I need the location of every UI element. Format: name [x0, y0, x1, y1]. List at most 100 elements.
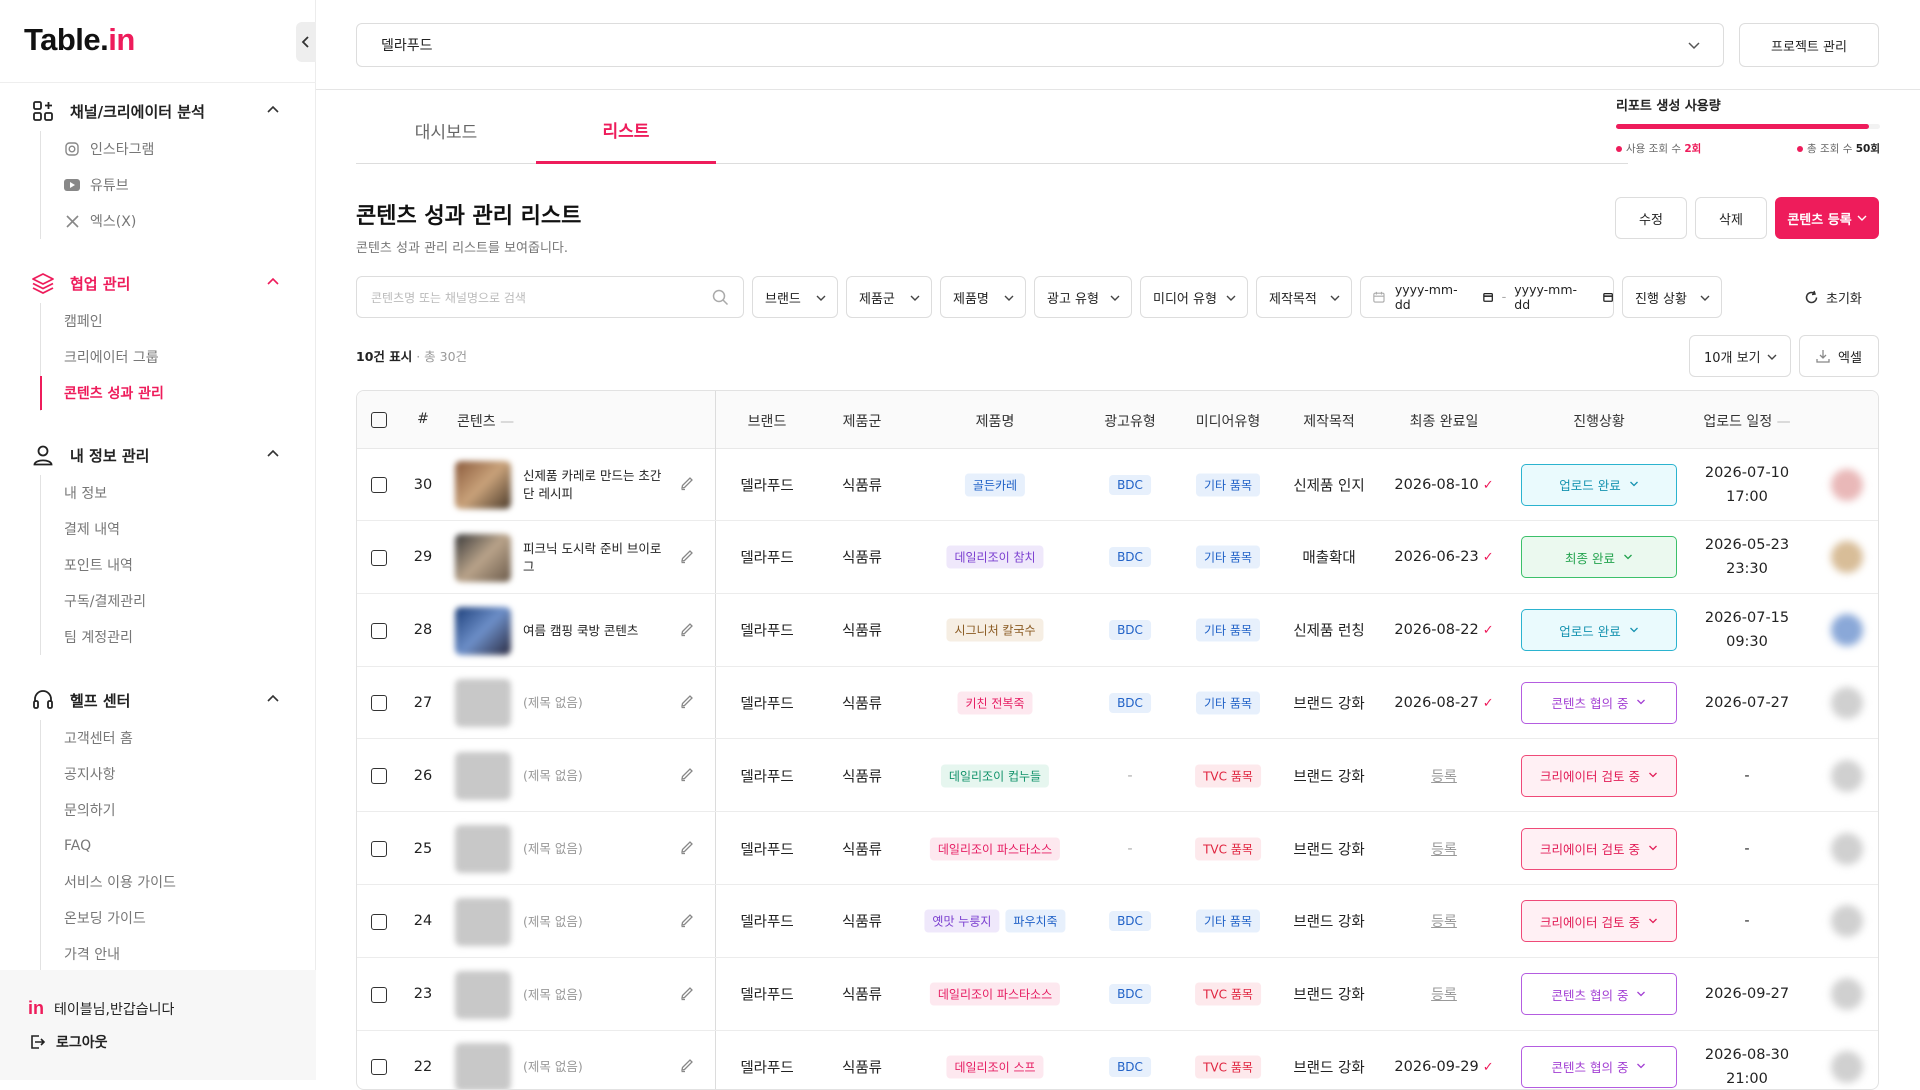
reset-button[interactable]: 초기화: [1804, 276, 1862, 318]
sidebar-item-x[interactable]: 엑스(X): [64, 203, 316, 239]
register-link[interactable]: 등록: [1431, 914, 1457, 930]
product-filter[interactable]: 제품명: [940, 276, 1026, 318]
register-link[interactable]: 등록: [1431, 842, 1457, 858]
content-title[interactable]: 여름 캠핑 쿡방 콘텐츠: [523, 622, 663, 640]
content-title[interactable]: 피크닉 도시락 준비 브이로그: [523, 540, 663, 576]
search-input[interactable]: 콘텐츠명 또는 채널명으로 검색: [356, 276, 744, 318]
th-content[interactable]: 콘텐츠 —: [457, 411, 514, 431]
register-link[interactable]: 등록: [1431, 769, 1457, 785]
sidebar-item-service-guide[interactable]: 서비스 이용 가이드: [64, 864, 316, 900]
status-dropdown[interactable]: 크리에이터 검토 중: [1521, 827, 1677, 870]
final-date-cell[interactable]: 등록: [1431, 766, 1457, 786]
status-dropdown[interactable]: 크리에이터 검토 중: [1521, 900, 1677, 943]
creator-avatar[interactable]: [1831, 614, 1863, 647]
sidebar-item-subscription[interactable]: 구독/결제관리: [64, 583, 316, 619]
content-thumbnail[interactable]: [455, 897, 511, 946]
sidebar-item-onboarding[interactable]: 온보딩 가이드: [64, 900, 316, 936]
edit-button[interactable]: 수정: [1615, 197, 1687, 239]
row-checkbox[interactable]: [371, 549, 387, 566]
purpose-filter[interactable]: 제작목적: [1256, 276, 1352, 318]
content-title[interactable]: 신제품 카레로 만드는 초간단 레시피: [523, 467, 663, 503]
content-thumbnail[interactable]: [455, 752, 511, 801]
pencil-icon[interactable]: [679, 839, 695, 859]
row-checkbox[interactable]: [371, 695, 387, 712]
status-dropdown[interactable]: 크리에이터 검토 중: [1521, 754, 1677, 797]
sidebar-item-payment-history[interactable]: 결제 내역: [64, 511, 316, 547]
sidebar-item-my-info[interactable]: 내 정보: [64, 475, 316, 511]
content-title[interactable]: (제목 없음): [523, 840, 663, 858]
final-date-cell[interactable]: 등록: [1431, 984, 1457, 1004]
sidebar-item-notice[interactable]: 공지사항: [64, 756, 316, 792]
row-checkbox[interactable]: [371, 841, 387, 857]
content-thumbnail[interactable]: [455, 461, 511, 509]
date-to-input[interactable]: yyyy-mm-dd: [1514, 282, 1581, 312]
creator-avatar[interactable]: [1831, 905, 1863, 938]
pencil-icon[interactable]: [679, 621, 695, 641]
pencil-icon[interactable]: [679, 1057, 695, 1077]
nav-head-help[interactable]: 헬프 센터: [0, 680, 316, 720]
sidebar-item-youtube[interactable]: 유튜브: [64, 167, 316, 203]
row-checkbox[interactable]: [371, 1059, 387, 1076]
creator-avatar[interactable]: [1831, 686, 1863, 719]
sidebar-item-help-home[interactable]: 고객센터 홈: [64, 720, 316, 756]
app-logo[interactable]: Table.in: [24, 22, 135, 58]
th-upload[interactable]: 업로드 일정 —: [1703, 411, 1790, 431]
pencil-icon[interactable]: [679, 985, 695, 1005]
tab-list[interactable]: 리스트: [536, 97, 716, 164]
row-checkbox[interactable]: [371, 622, 387, 639]
category-filter[interactable]: 제품군: [846, 276, 932, 318]
media-type-filter[interactable]: 미디어 유형: [1140, 276, 1248, 318]
row-checkbox[interactable]: [371, 768, 387, 785]
content-title[interactable]: (제목 없음): [523, 986, 663, 1004]
status-dropdown[interactable]: 콘텐츠 협의 중: [1521, 973, 1677, 1016]
content-title[interactable]: (제목 없음): [523, 694, 663, 712]
final-date-cell[interactable]: 등록: [1431, 839, 1457, 859]
content-thumbnail[interactable]: [455, 679, 511, 728]
sidebar-item-pricing[interactable]: 가격 안내: [64, 936, 316, 972]
sidebar-item-point-history[interactable]: 포인트 내역: [64, 547, 316, 583]
sidebar-item-faq[interactable]: FAQ: [64, 828, 316, 864]
nav-head-myinfo[interactable]: 내 정보 관리: [0, 435, 316, 475]
brand-filter[interactable]: 브랜드: [752, 276, 838, 318]
pencil-icon[interactable]: [679, 475, 695, 495]
register-link[interactable]: 등록: [1431, 987, 1457, 1003]
creator-avatar[interactable]: [1831, 468, 1863, 501]
progress-filter[interactable]: 진행 상황: [1622, 276, 1722, 318]
calendar-picker-icon[interactable]: [1483, 291, 1494, 303]
sidebar-item-team-account[interactable]: 팀 계정관리: [64, 619, 316, 655]
content-thumbnail[interactable]: [455, 606, 511, 655]
creator-avatar[interactable]: [1831, 978, 1863, 1011]
status-dropdown[interactable]: 업로드 완료: [1521, 609, 1677, 652]
status-dropdown[interactable]: 콘텐츠 협의 중: [1521, 681, 1677, 724]
project-select[interactable]: 델라푸드: [356, 23, 1724, 67]
content-title[interactable]: (제목 없음): [523, 767, 663, 785]
register-content-button[interactable]: 콘텐츠 등록: [1775, 197, 1879, 239]
status-dropdown[interactable]: 콘텐츠 협의 중: [1521, 1045, 1677, 1088]
sidebar-collapse-button[interactable]: [296, 22, 316, 62]
logout-button[interactable]: 로그아웃: [28, 1032, 108, 1052]
row-checkbox[interactable]: [371, 913, 387, 930]
content-title[interactable]: (제목 없음): [523, 1058, 663, 1076]
sidebar-item-campaign[interactable]: 캠페인: [64, 303, 316, 339]
calendar-picker-icon[interactable]: [1603, 291, 1613, 303]
creator-avatar[interactable]: [1831, 832, 1863, 865]
excel-download-button[interactable]: 엑셀: [1799, 335, 1879, 377]
ad-type-filter[interactable]: 광고 유형: [1034, 276, 1132, 318]
pencil-icon[interactable]: [679, 766, 695, 786]
row-checkbox[interactable]: [371, 986, 387, 1003]
nav-head-analysis[interactable]: 채널/크리에이터 분석: [0, 91, 316, 131]
creator-avatar[interactable]: [1831, 1050, 1863, 1083]
final-date-cell[interactable]: 등록: [1431, 911, 1457, 931]
date-from-input[interactable]: yyyy-mm-dd: [1395, 282, 1462, 312]
delete-button[interactable]: 삭제: [1695, 197, 1767, 239]
sidebar-item-instagram[interactable]: 인스타그램: [64, 131, 316, 167]
creator-avatar[interactable]: [1831, 759, 1863, 792]
tab-dashboard[interactable]: 대시보드: [356, 97, 536, 164]
pencil-icon[interactable]: [679, 912, 695, 932]
status-dropdown[interactable]: 업로드 완료: [1521, 463, 1677, 506]
sidebar-item-creator-group[interactable]: 크리에이터 그룹: [64, 339, 316, 375]
content-thumbnail[interactable]: [455, 970, 511, 1019]
sidebar-item-content-performance[interactable]: 콘텐츠 성과 관리: [40, 375, 316, 411]
pencil-icon[interactable]: [679, 548, 695, 568]
content-thumbnail[interactable]: [455, 533, 511, 582]
